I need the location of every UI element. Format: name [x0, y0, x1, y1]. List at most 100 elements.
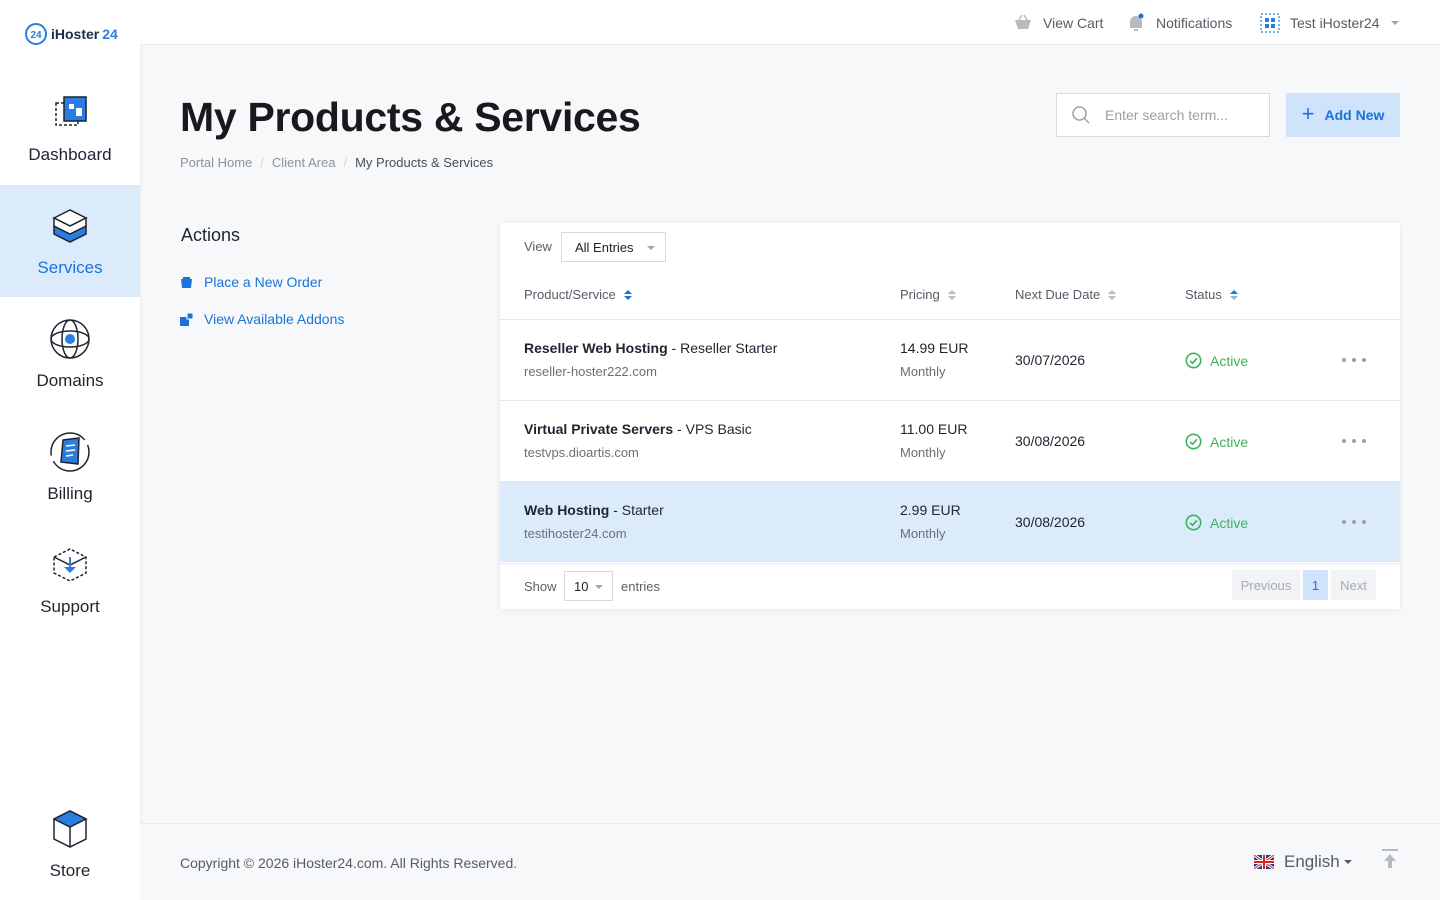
view-cart-label: View Cart	[1043, 14, 1104, 31]
sidebar-item-label: Domains	[36, 371, 104, 390]
services-table-card: View All Entries Product/Service Pricing…	[500, 223, 1400, 609]
status-badge: Active	[1185, 433, 1248, 450]
store-icon	[52, 810, 88, 848]
entries-per-page-select[interactable]: 10	[564, 571, 613, 601]
column-header-pricing[interactable]: Pricing	[900, 287, 956, 302]
pagination-previous-button[interactable]: Previous	[1232, 570, 1300, 600]
back-to-top-icon[interactable]	[1380, 848, 1400, 870]
product-price: 14.99 EUR	[900, 340, 969, 356]
table-footer: Show 10 entries Previous 1 Next	[500, 563, 1400, 609]
sidebar-item-dashboard[interactable]: Dashboard	[0, 72, 140, 184]
column-header-product[interactable]: Product/Service	[524, 287, 632, 302]
sidebar-item-domains[interactable]: Domains	[0, 298, 140, 410]
breadcrumb-separator: /	[343, 155, 348, 170]
view-addons-link[interactable]: View Available Addons	[180, 311, 344, 327]
sidebar-item-support[interactable]: Support	[0, 524, 140, 636]
notifications-label: Notifications	[1156, 14, 1233, 31]
product-plan: - VPS Basic	[673, 421, 752, 437]
sidebar-item-label: Services	[37, 258, 103, 277]
pagination-next-button[interactable]: Next	[1331, 570, 1376, 600]
basket-icon	[1015, 14, 1031, 29]
billing-cycle: Monthly	[900, 526, 946, 541]
product-price: 11.00 EUR	[900, 421, 968, 437]
billing-icon	[50, 432, 90, 472]
sort-icon	[1229, 289, 1238, 300]
addons-icon	[180, 312, 193, 326]
status-label: Active	[1210, 514, 1249, 531]
sidebar-item-store[interactable]: Store	[0, 788, 140, 900]
breadcrumb-client-area[interactable]: Client Area	[272, 155, 336, 170]
sidebar-item-label: Support	[40, 597, 100, 616]
search-icon	[1072, 106, 1090, 124]
breadcrumb-separator: /	[260, 155, 264, 170]
product-name: Web Hosting - Starter	[524, 502, 664, 518]
row-actions-more-icon[interactable]	[1342, 512, 1366, 532]
breadcrumb-portal-home[interactable]: Portal Home	[180, 155, 252, 170]
page-title: My Products & Services	[180, 94, 641, 140]
check-circle-icon	[1185, 352, 1202, 369]
sort-icon	[623, 289, 632, 300]
breadcrumb-current: My Products & Services	[355, 155, 494, 170]
sort-icon	[1108, 289, 1117, 300]
column-header-label: Product/Service	[524, 287, 616, 302]
support-icon	[53, 548, 87, 582]
table-row[interactable]: Web Hosting - Starter testihoster24.com …	[500, 481, 1400, 562]
row-actions-more-icon[interactable]	[1342, 431, 1366, 451]
brand-name-accent: 24	[102, 26, 118, 42]
account-menu[interactable]: Test iHoster24	[1260, 0, 1400, 45]
product-name: Virtual Private Servers - VPS Basic	[524, 421, 752, 437]
status-badge: Active	[1185, 514, 1248, 531]
pagination-page-1[interactable]: 1	[1303, 570, 1328, 600]
sidebar-item-services[interactable]: Services	[0, 185, 140, 297]
column-header-next-due-date[interactable]: Next Due Date	[1015, 287, 1117, 302]
next-due-date: 30/07/2026	[1015, 352, 1086, 368]
actions-title: Actions	[181, 225, 241, 245]
product-group: Web Hosting	[524, 502, 610, 518]
entries-per-page-value: 10	[574, 578, 589, 594]
row-actions-more-icon[interactable]	[1342, 350, 1366, 370]
status-label: Active	[1210, 352, 1249, 369]
account-grid-icon	[1260, 12, 1280, 33]
product-group: Reseller Web Hosting	[524, 340, 668, 356]
chevron-down-icon	[1391, 20, 1400, 25]
table-row[interactable]: Reseller Web Hosting - Reseller Starter …	[500, 319, 1400, 400]
sidebar-item-label: Dashboard	[28, 145, 112, 164]
language-selector[interactable]: English	[1254, 852, 1352, 872]
view-cart-link[interactable]: View Cart	[1013, 0, 1103, 45]
show-label: Show	[524, 579, 557, 594]
cart-icon	[181, 276, 192, 288]
product-domain: reseller-hoster222.com	[524, 364, 657, 379]
chevron-down-icon	[595, 585, 603, 589]
add-new-label: Add New	[1324, 107, 1385, 123]
topbar: View Cart Notifications Test iHoster24	[140, 0, 1440, 45]
check-circle-icon	[1185, 514, 1202, 531]
search-box	[1056, 93, 1270, 137]
sidebar-item-label: Billing	[47, 484, 93, 503]
language-label: English	[1284, 852, 1340, 871]
table-row[interactable]: Virtual Private Servers - VPS Basic test…	[500, 400, 1400, 481]
chevron-down-icon	[1343, 860, 1352, 864]
brand-logo[interactable]: 24 iHoster 24	[24, 22, 118, 46]
copyright-text: Copyright © 2026 iHoster24.com. All Righ…	[180, 855, 518, 871]
uk-flag-icon	[1254, 855, 1274, 869]
next-due-date: 30/08/2026	[1015, 514, 1086, 530]
sidebar-item-label: Store	[49, 861, 91, 880]
add-new-button[interactable]: + Add New	[1286, 93, 1400, 137]
column-header-status[interactable]: Status	[1185, 287, 1238, 302]
view-filter-select[interactable]: All Entries	[561, 232, 666, 262]
notifications-link[interactable]: Notifications	[1126, 0, 1232, 45]
search-input[interactable]	[1105, 107, 1245, 123]
product-name: Reseller Web Hosting - Reseller Starter	[524, 340, 777, 356]
place-new-order-link[interactable]: Place a New Order	[180, 274, 322, 290]
status-badge: Active	[1185, 352, 1248, 369]
column-header-label: Pricing	[900, 287, 940, 302]
place-new-order-label: Place a New Order	[204, 274, 323, 290]
sidebar-item-billing[interactable]: Billing	[0, 411, 140, 523]
product-domain: testihoster24.com	[524, 526, 627, 541]
chevron-down-icon	[647, 246, 655, 250]
logo-mark-icon: 24	[25, 23, 47, 45]
page-footer: Copyright © 2026 iHoster24.com. All Righ…	[140, 823, 1440, 900]
domains-icon	[50, 319, 90, 359]
column-header-label: Next Due Date	[1015, 287, 1101, 302]
column-header-label: Status	[1185, 287, 1222, 302]
